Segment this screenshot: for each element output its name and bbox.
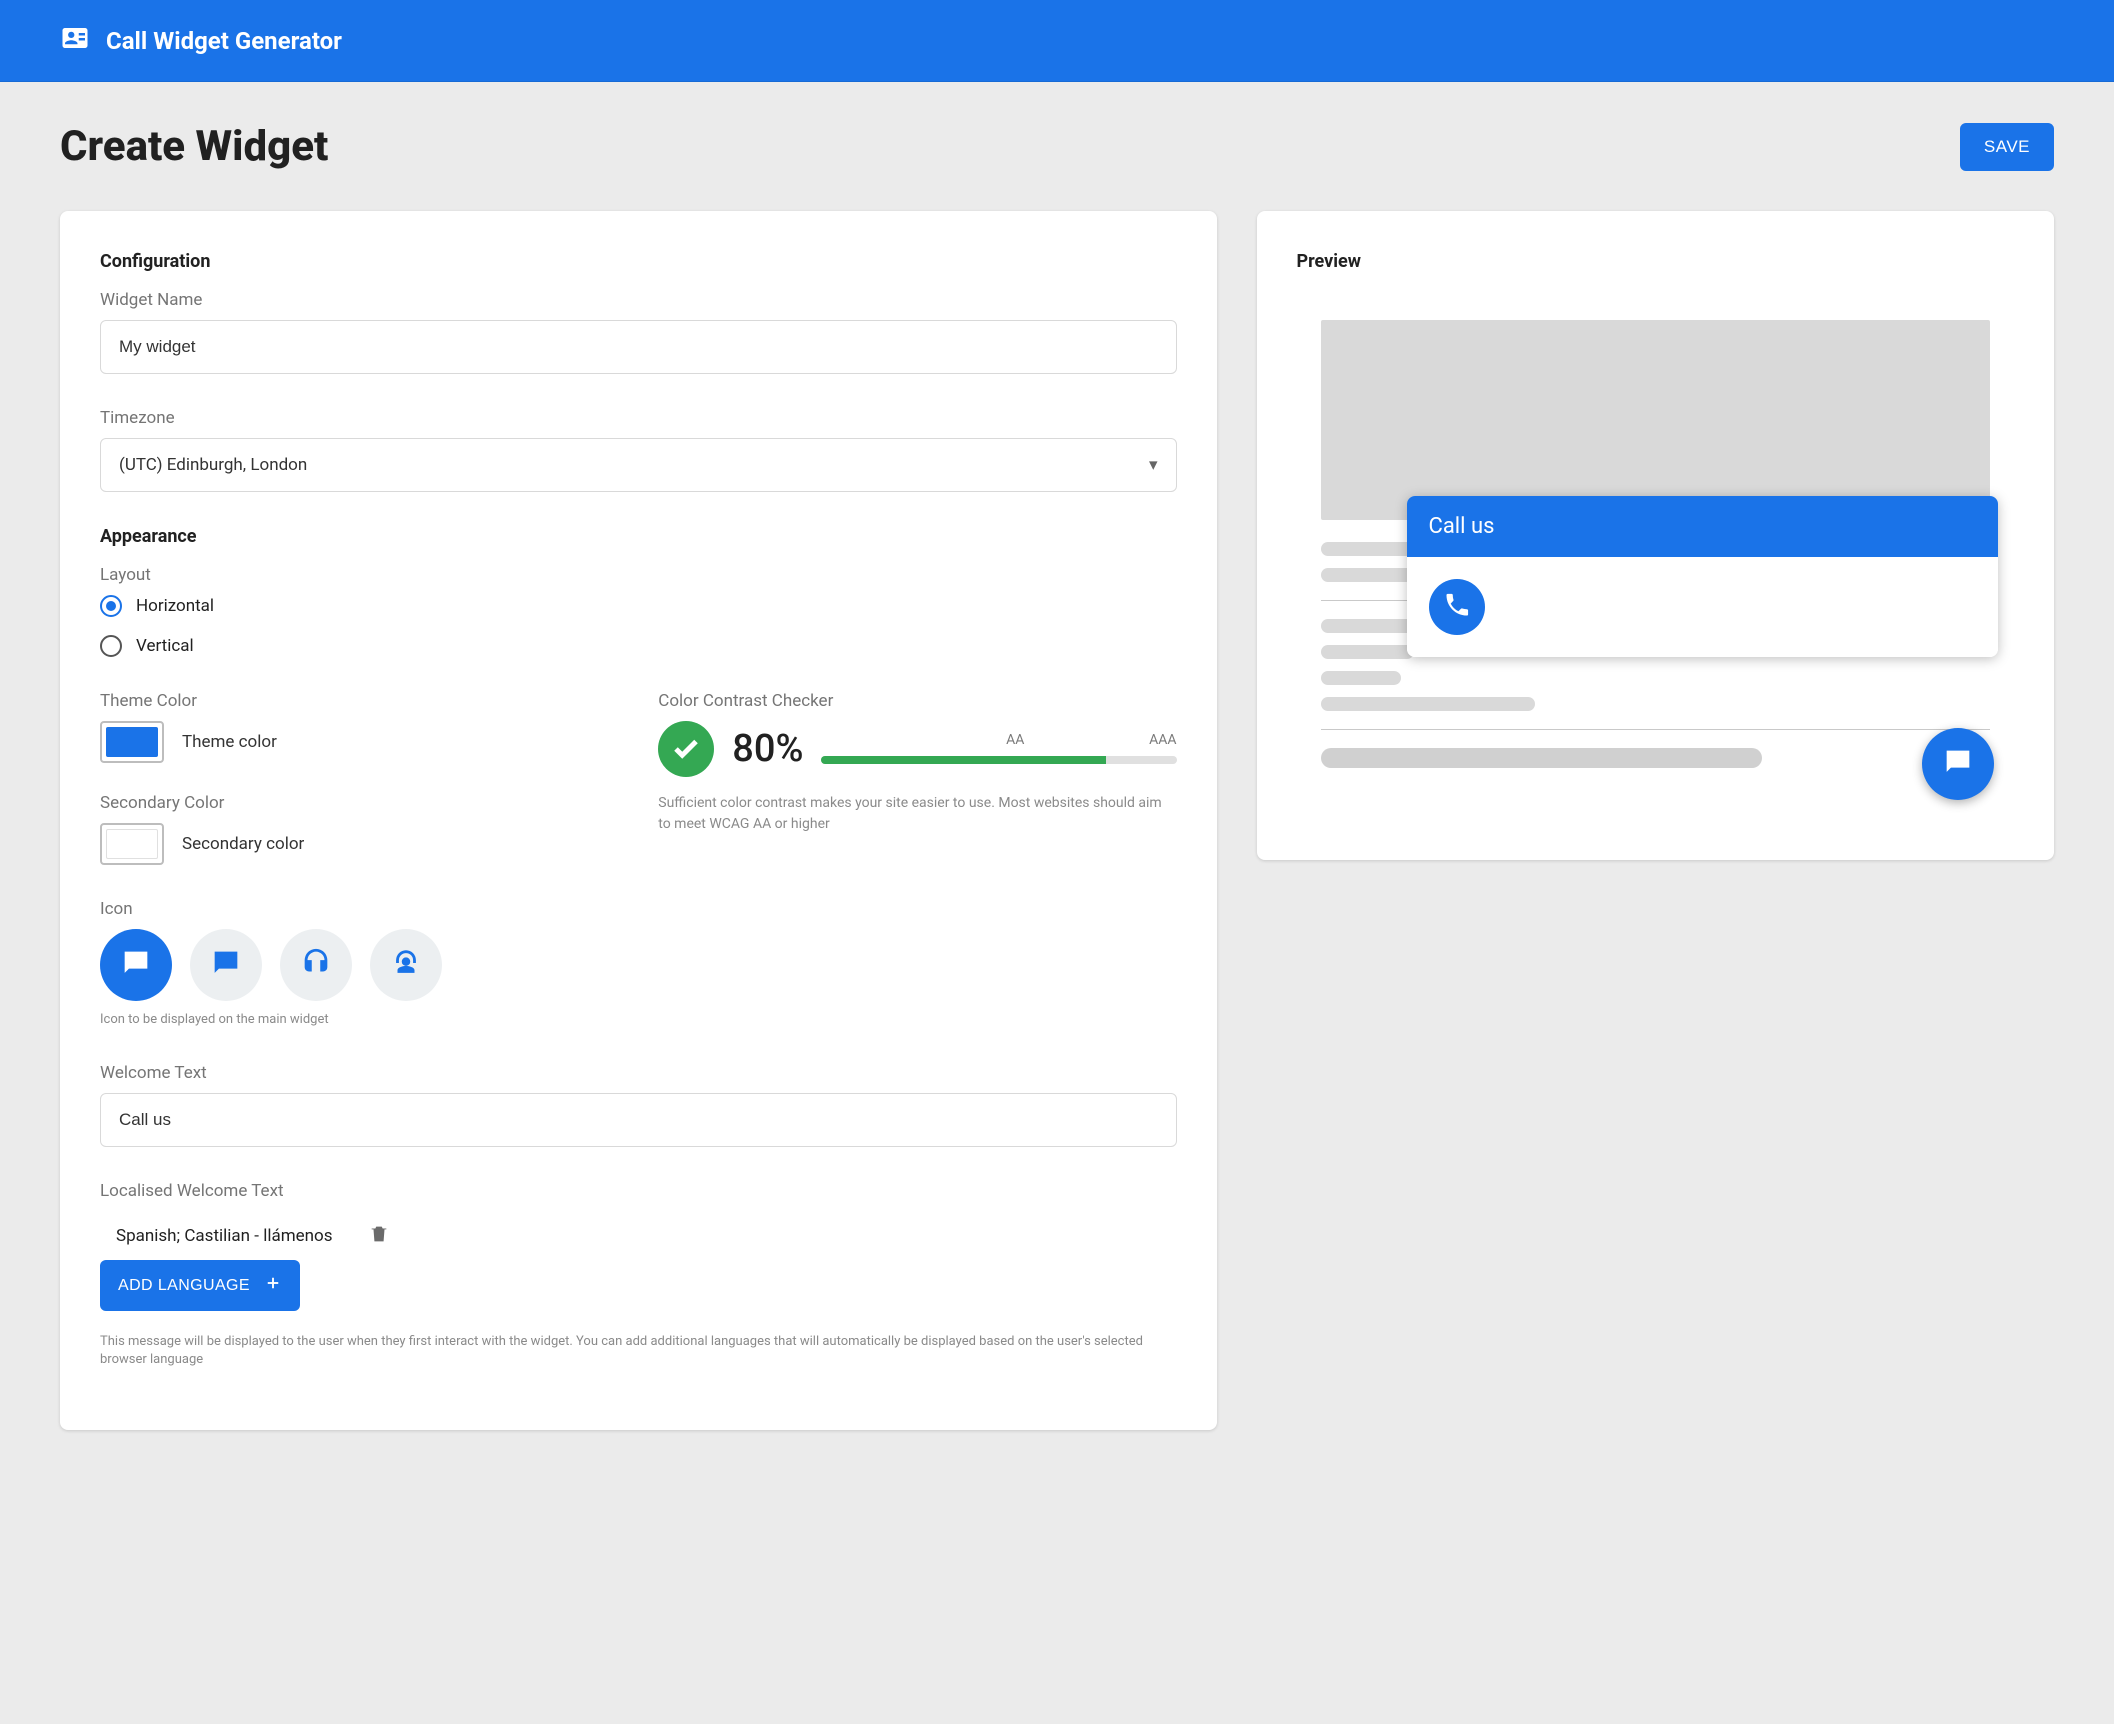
icon-choice-headset[interactable]	[280, 929, 352, 1001]
theme-color-name: Theme color	[182, 732, 277, 752]
skeleton-hero	[1321, 320, 1990, 520]
add-language-label: ADD LANGUAGE	[118, 1277, 250, 1295]
preview-popup-title: Call us	[1407, 496, 1998, 557]
localised-welcome-label: Localised Welcome Text	[100, 1181, 1177, 1201]
icon-help-text: Icon to be displayed on the main widget	[100, 1011, 1177, 1029]
agent-icon	[389, 946, 423, 984]
preview-widget-popup: Call us	[1407, 496, 1998, 657]
skeleton-divider	[1321, 729, 1990, 730]
timezone-label: Timezone	[100, 408, 1177, 428]
localised-item-text: Spanish; Castilian - llámenos	[116, 1226, 332, 1246]
page-title: Create Widget	[60, 122, 328, 171]
preview-title: Preview	[1297, 251, 2014, 272]
skeleton-line	[1321, 671, 1401, 685]
contrast-bar	[821, 756, 1176, 764]
contrast-label: Color Contrast Checker	[658, 691, 1176, 711]
delete-localised-button[interactable]	[368, 1223, 390, 1248]
phone-icon	[1443, 591, 1471, 623]
chat-dots-icon	[209, 946, 243, 984]
layout-option-horizontal[interactable]: Horizontal	[100, 595, 1177, 617]
layout-option-vertical-label: Vertical	[136, 636, 194, 656]
skeleton-line	[1321, 697, 1535, 711]
plus-icon	[264, 1274, 282, 1297]
icon-choice-agent[interactable]	[370, 929, 442, 1001]
preview-fab-button[interactable]	[1922, 728, 1994, 800]
brand: Call Widget Generator	[60, 23, 342, 59]
widget-name-input[interactable]	[100, 320, 1177, 374]
preview-call-button[interactable]	[1429, 579, 1485, 635]
layout-label: Layout	[100, 565, 1177, 585]
skeleton-line	[1321, 645, 1415, 659]
localised-item-row: Spanish; Castilian - llámenos	[100, 1211, 1177, 1260]
localised-help-text: This message will be displayed to the us…	[100, 1333, 1177, 1369]
theme-color-swatch[interactable]	[100, 721, 164, 763]
contrast-tick-aaa: AAA	[1149, 732, 1176, 748]
welcome-text-input[interactable]	[100, 1093, 1177, 1147]
icon-label: Icon	[100, 899, 1177, 919]
contrast-percent: 80%	[732, 727, 803, 771]
contact-card-icon	[60, 23, 90, 59]
icon-choice-message[interactable]	[100, 929, 172, 1001]
contrast-help-text: Sufficient color contrast makes your sit…	[658, 793, 1176, 835]
message-icon	[1941, 745, 1975, 783]
welcome-text-label: Welcome Text	[100, 1063, 1177, 1083]
configuration-title: Configuration	[100, 251, 1177, 272]
brand-title: Call Widget Generator	[106, 27, 342, 55]
layout-option-horizontal-label: Horizontal	[136, 596, 214, 616]
preview-card: Preview Call us	[1257, 211, 2054, 860]
trash-icon	[368, 1233, 390, 1248]
radio-checked-icon	[100, 595, 122, 617]
contrast-tick-aa: AA	[1006, 732, 1024, 748]
secondary-color-name: Secondary color	[182, 834, 304, 854]
add-language-button[interactable]: ADD LANGUAGE	[100, 1260, 300, 1311]
check-icon	[658, 721, 714, 777]
secondary-color-swatch[interactable]	[100, 823, 164, 865]
save-button[interactable]: SAVE	[1960, 123, 2054, 171]
page-header: Create Widget SAVE	[60, 122, 2054, 171]
headset-icon	[299, 946, 333, 984]
secondary-color-label: Secondary Color	[100, 793, 618, 813]
message-icon	[119, 946, 153, 984]
layout-option-vertical[interactable]: Vertical	[100, 635, 1177, 657]
timezone-value: (UTC) Edinburgh, London	[119, 455, 307, 475]
preview-canvas: Call us	[1297, 296, 2014, 820]
appearance-title: Appearance	[100, 526, 1177, 547]
topbar: Call Widget Generator	[0, 0, 2114, 82]
timezone-select[interactable]: (UTC) Edinburgh, London ▾	[100, 438, 1177, 492]
configuration-card: Configuration Widget Name Timezone (UTC)…	[60, 211, 1217, 1430]
theme-color-label: Theme Color	[100, 691, 618, 711]
chevron-down-icon: ▾	[1149, 455, 1158, 475]
skeleton-line	[1321, 748, 1763, 768]
icon-choice-chat-dots[interactable]	[190, 929, 262, 1001]
radio-unchecked-icon	[100, 635, 122, 657]
widget-name-label: Widget Name	[100, 290, 1177, 310]
